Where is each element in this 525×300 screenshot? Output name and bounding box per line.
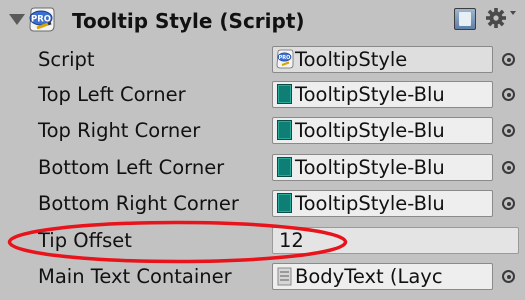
bottom-right-corner-value: TooltipStyle-Blu	[295, 192, 445, 215]
object-picker-icon[interactable]	[502, 197, 515, 210]
script-icon: PRO	[29, 7, 55, 32]
tip-offset-label: Tip Offset	[38, 229, 132, 252]
top-right-corner-value: TooltipStyle-Blu	[295, 119, 445, 142]
row-top-right-corner: Top Right Corner TooltipStyle-Blu	[0, 116, 525, 146]
component-header[interactable]: PRO Tooltip Style (Script)	[0, 0, 525, 42]
row-tip-offset: Tip Offset 12	[0, 226, 525, 256]
layout-icon	[277, 267, 292, 286]
row-bottom-left-corner: Bottom Left Corner TooltipStyle-Blu	[0, 153, 525, 183]
object-picker-icon[interactable]	[502, 88, 515, 101]
tip-offset-input[interactable]: 12	[272, 227, 519, 254]
tip-offset-value: 12	[279, 229, 304, 252]
script-icon: PRO	[276, 49, 294, 69]
row-script: Script PRO TooltipStyle	[0, 45, 525, 75]
top-right-corner-label: Top Right Corner	[38, 119, 201, 142]
row-main-text-container: Main Text Container BodyText (Layc	[0, 262, 525, 292]
row-top-left-corner: Top Left Corner TooltipStyle-Blu	[0, 80, 525, 110]
svg-text:PRO: PRO	[279, 55, 291, 61]
texture-icon	[277, 84, 292, 104]
inspector-panel: PRO Tooltip Style (Script) Script PRO To…	[0, 0, 525, 300]
foldout-arrow-icon[interactable]	[9, 14, 25, 25]
top-right-corner-field[interactable]: TooltipStyle-Blu	[272, 117, 493, 144]
component-title: Tooltip Style (Script)	[72, 9, 305, 33]
main-text-container-field[interactable]: BodyText (Layc	[272, 263, 493, 290]
main-text-container-value: BodyText (Layc	[295, 265, 443, 288]
object-picker-icon[interactable]	[502, 270, 515, 283]
gear-icon[interactable]	[485, 6, 519, 30]
bottom-left-corner-value: TooltipStyle-Blu	[295, 156, 445, 179]
bottom-left-corner-label: Bottom Left Corner	[38, 156, 225, 179]
texture-icon	[277, 120, 292, 140]
bottom-right-corner-field[interactable]: TooltipStyle-Blu	[272, 190, 493, 217]
script-field[interactable]: PRO TooltipStyle	[272, 46, 493, 73]
bottom-right-corner-label: Bottom Right Corner	[38, 192, 239, 215]
help-book-icon[interactable]	[454, 8, 476, 30]
top-left-corner-value: TooltipStyle-Blu	[295, 83, 445, 106]
top-left-corner-field[interactable]: TooltipStyle-Blu	[272, 81, 493, 108]
object-picker-icon[interactable]	[502, 124, 515, 137]
top-left-corner-label: Top Left Corner	[38, 83, 186, 106]
script-label: Script	[38, 48, 95, 71]
row-bottom-right-corner: Bottom Right Corner TooltipStyle-Blu	[0, 189, 525, 219]
object-picker-icon[interactable]	[502, 53, 515, 66]
texture-icon	[277, 193, 292, 213]
script-value: TooltipStyle	[295, 48, 408, 71]
object-picker-icon[interactable]	[502, 161, 515, 174]
bottom-left-corner-field[interactable]: TooltipStyle-Blu	[272, 154, 493, 181]
main-text-container-label: Main Text Container	[38, 265, 232, 288]
texture-icon	[277, 157, 292, 177]
